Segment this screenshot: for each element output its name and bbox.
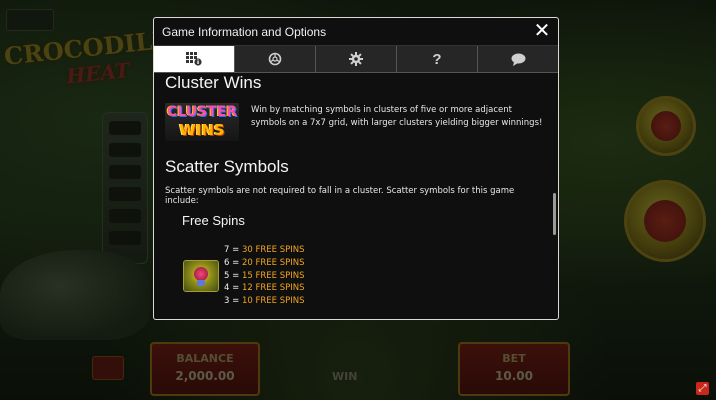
paytable-content[interactable]: Cluster Wins CLUSTER WINS Win by matchin… (154, 73, 558, 319)
cluster-wins-logo: CLUSTER WINS (165, 103, 239, 141)
cluster-logo-word-1: CLUSTER (167, 104, 238, 120)
gear-icon (349, 52, 363, 66)
award-value: 30 FREE SPINS (241, 245, 305, 255)
paytable-info-icon (186, 52, 202, 66)
tab-bar: ? (154, 46, 558, 73)
tab-autoplay[interactable] (235, 46, 316, 72)
award-value: 15 FREE SPINS (241, 270, 305, 281)
award-value: 12 FREE SPINS (241, 283, 305, 294)
list-item: 5 = 15 FREE SPINS (224, 270, 305, 281)
award-value: 20 FREE SPINS (241, 257, 305, 268)
cluster-wins-heading: Cluster Wins (165, 73, 262, 92)
scrollbar[interactable] (553, 193, 556, 235)
cluster-wins-row: CLUSTER WINS Win by matching symbols in … (165, 103, 545, 145)
award-value: 10 FREE SPINS (241, 296, 305, 307)
tab-settings[interactable] (316, 46, 397, 72)
free-spins-scatter-icon (183, 260, 219, 292)
modal-title: Game Information and Options (162, 25, 327, 39)
modal-header: Game Information and Options ✕ (154, 18, 558, 46)
chat-bubble-icon (511, 53, 525, 66)
list-item: 4 = 12 FREE SPINS (224, 283, 305, 294)
scatter-symbols-description: Scatter symbols are not required to fall… (165, 186, 515, 206)
list-item: 6 = 20 FREE SPINS (224, 257, 305, 268)
tab-chat[interactable] (478, 46, 558, 72)
list-item: 3 = 10 FREE SPINS (224, 296, 305, 307)
question-icon: ? (432, 50, 442, 68)
scatter-symbols-heading: Scatter Symbols (165, 157, 289, 176)
cluster-wins-description: Win by matching symbols in clusters of f… (251, 105, 543, 128)
tab-help[interactable]: ? (397, 46, 478, 72)
autoplay-icon (268, 52, 282, 66)
free-spins-paytable: 7 = 30 FREE SPINS 6 = 20 FREE SPINS 5 = … (224, 244, 305, 308)
close-icon[interactable]: ✕ (532, 19, 552, 41)
tab-paytable[interactable] (154, 46, 235, 72)
cluster-logo-word-2: WINS (179, 121, 225, 139)
fullscreen-icon[interactable]: ⤢ (696, 382, 709, 395)
game-info-modal: Game Information and Options ✕ ? Cluster… (153, 17, 559, 320)
free-spins-heading: Free Spins (182, 213, 245, 228)
list-item: 7 = 30 FREE SPINS (224, 245, 305, 255)
